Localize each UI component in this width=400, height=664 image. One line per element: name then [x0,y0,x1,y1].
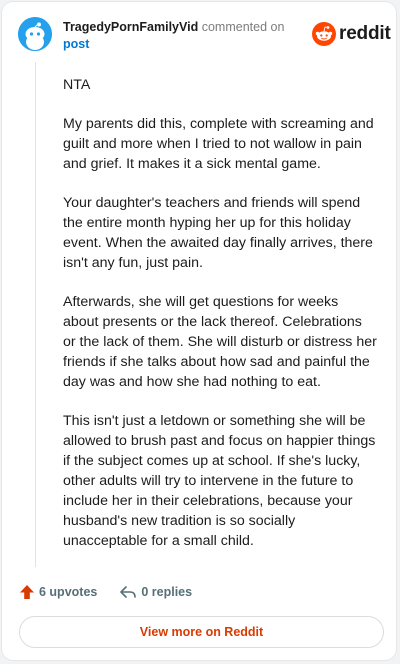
upvote-count: 6 upvotes [39,585,98,599]
comment-paragraph: My parents did this, complete with screa… [63,116,374,172]
comment-embed-card: TragedyPornFamilyVid commented on post r… [1,1,397,661]
reddit-logo[interactable]: reddit [312,22,391,46]
comment-actions: 6 upvotes 0 replies [19,582,192,602]
snoo-avatar-icon [18,17,52,51]
reply-button[interactable]: 0 replies [119,584,192,600]
reddit-wordmark: reddit [339,23,391,44]
thread-line [35,62,36,567]
upvote-arrow-icon [20,585,34,599]
commented-on-text: commented on [201,20,285,34]
view-more-button[interactable]: View more on Reddit [19,616,384,648]
post-link[interactable]: post [63,36,89,53]
comment-body: NTA My parents did this, complete with s… [63,75,377,570]
author-name[interactable]: TragedyPornFamilyVid [63,20,198,34]
comment-paragraph: NTA [63,77,91,93]
reply-count: 0 replies [141,585,193,599]
reddit-snoo-icon [312,22,336,46]
avatar[interactable] [18,17,52,51]
comment-paragraph: Afterwards, she will get questions for w… [63,294,377,390]
reply-arrow-icon [120,586,137,598]
author-line: TragedyPornFamilyVid commented on [63,19,284,36]
comment-paragraph: This isn't just a letdown or something s… [63,413,376,549]
comment-paragraph: Your daughter's teachers and friends wil… [63,195,373,271]
upvote-button[interactable]: 6 upvotes [19,584,97,600]
